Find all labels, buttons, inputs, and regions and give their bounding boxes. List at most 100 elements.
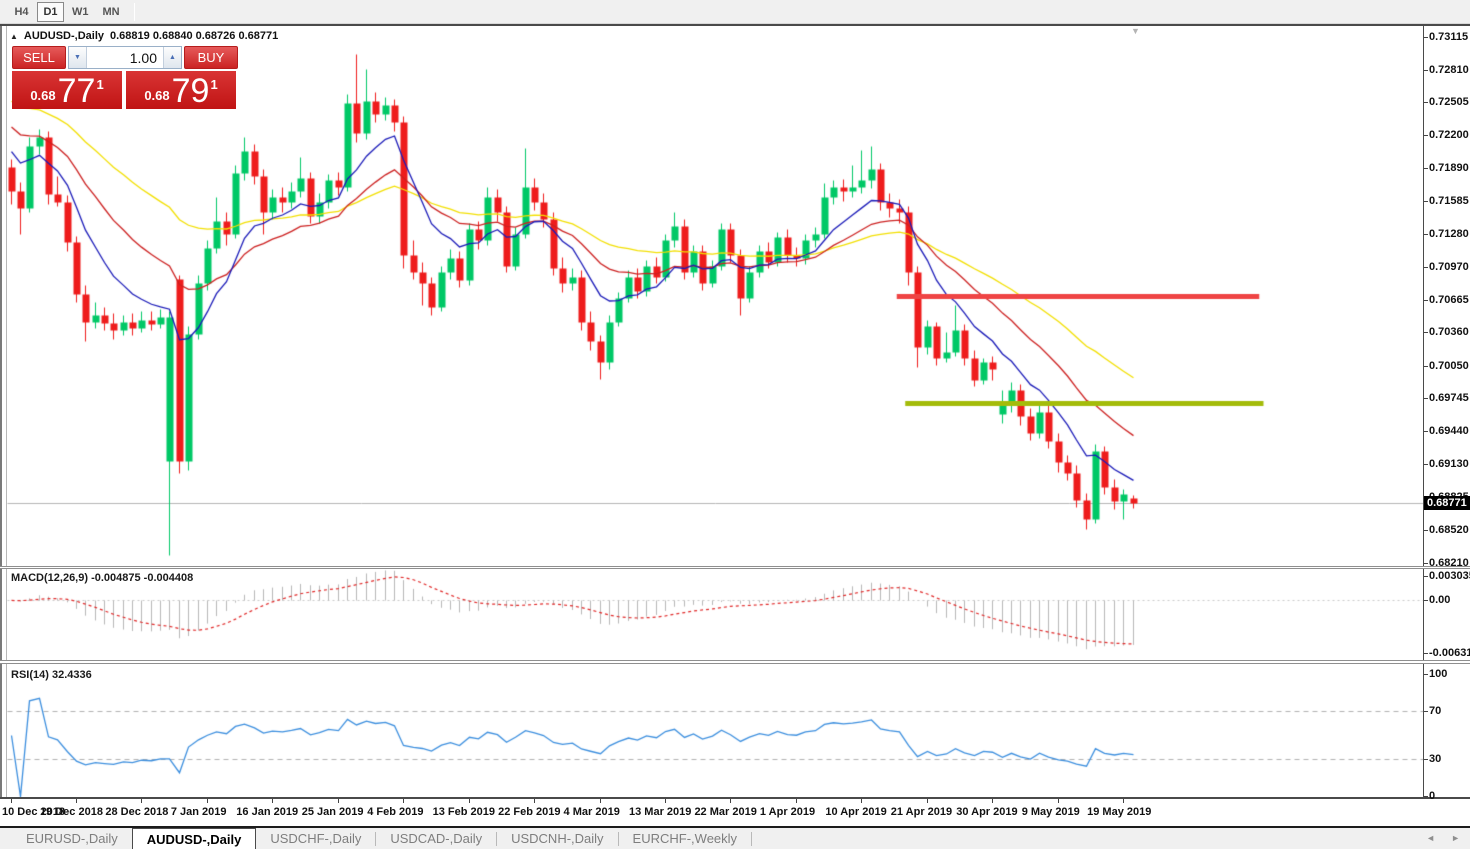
timeframe-button-mn[interactable]: MN (97, 2, 126, 22)
chart-tab-bar: EURUSD-,DailyAUDUSD-,DailyUSDCHF-,DailyU… (0, 828, 1470, 849)
timeframe-button-h4[interactable]: H4 (8, 2, 35, 22)
indicator-axis-label: 30 (1429, 753, 1441, 765)
chart-tab-usdcnh[interactable]: USDCNH-,Daily (497, 828, 617, 849)
sell-price-panel[interactable]: 0.68 77 1 (12, 71, 122, 109)
indicator-axis-tick (1424, 576, 1428, 577)
date-axis-tick (403, 799, 404, 803)
price-axis-tick (1424, 102, 1428, 103)
indicator-axis-tick (1424, 600, 1428, 601)
date-axis-tick (600, 799, 601, 803)
price-axis-tick (1424, 300, 1428, 301)
price-axis-tick (1424, 234, 1428, 235)
price-axis-tick (1424, 37, 1428, 38)
sell-price-big: 77 (58, 76, 96, 106)
indicator-axis-tick (1424, 796, 1428, 797)
chart-tab-usdchf[interactable]: USDCHF-,Daily (256, 828, 375, 849)
price-axis-label: 0.70050 (1429, 360, 1469, 372)
buy-price-big: 79 (172, 76, 210, 106)
chart-tab-eurchf[interactable]: EURCHF-,Weekly (619, 828, 752, 849)
sell-button[interactable]: SELL (12, 46, 66, 69)
date-axis-label: 30 Apr 2019 (956, 806, 1017, 818)
date-axis-label: 28 Dec 2018 (105, 806, 168, 818)
indicator-axis-tick (1424, 653, 1428, 654)
price-axis-label: 0.71890 (1429, 162, 1469, 174)
current-bid-tag: 0.68771 (1424, 496, 1470, 510)
date-axis-tick (338, 799, 339, 803)
one-click-trading-widget: SELL ▼ 1.00 ▲ BUY 0.68 77 1 0.68 79 1 (12, 46, 238, 109)
date-axis-label: 10 Apr 2019 (825, 806, 886, 818)
chart-symbol-label: AUDUSD-,Daily (24, 30, 104, 42)
price-axis-label: 0.71280 (1429, 228, 1469, 240)
chart-tab-audusd[interactable]: AUDUSD-,Daily (132, 828, 257, 849)
date-axis-label: 22 Mar 2019 (694, 806, 756, 818)
price-axis-label: 0.69440 (1429, 425, 1469, 437)
date-axis-tick (796, 799, 797, 803)
chart-ohlc-values: 0.68819 0.68840 0.68726 0.68771 (110, 30, 278, 42)
collapse-triangle-icon[interactable]: ▲ (10, 32, 18, 41)
date-axis-label: 1 Apr 2019 (760, 806, 815, 818)
price-axis-label: 0.73115 (1429, 31, 1468, 43)
price-axis-label: 0.70360 (1429, 326, 1469, 338)
panel-divider[interactable] (0, 660, 1470, 664)
date-axis-label: 13 Feb 2019 (433, 806, 495, 818)
chart-title: ▲ AUDUSD-,Daily 0.68819 0.68840 0.68726 … (10, 30, 278, 42)
price-axis-tick (1424, 267, 1428, 268)
date-axis-label: 25 Jan 2019 (302, 806, 364, 818)
volume-increase-button[interactable]: ▲ (163, 47, 181, 68)
scroll-anchor-icon[interactable]: ▼ (1131, 26, 1140, 36)
date-axis-label: 19 Dec 2018 (40, 806, 103, 818)
price-axis-label: 0.72505 (1429, 96, 1469, 108)
price-axis-tick (1424, 366, 1428, 367)
buy-price-panel[interactable]: 0.68 79 1 (126, 71, 236, 109)
panel-divider[interactable] (0, 566, 1470, 569)
price-axis-tick (1424, 530, 1428, 531)
date-axis-label: 4 Feb 2019 (367, 806, 423, 818)
trading-platform-window: H4D1W1MN ▲ AUDUSD-,Daily 0.68819 0.68840… (0, 0, 1470, 849)
price-axis-label: 0.72200 (1429, 129, 1469, 141)
volume-decrease-button[interactable]: ▼ (69, 47, 87, 68)
timeframe-button-group: H4D1W1MN (6, 2, 126, 22)
chart-tab-eurusd[interactable]: EURUSD-,Daily (12, 828, 132, 849)
macd-indicator-canvas[interactable] (7, 569, 1423, 660)
chart-left-border (0, 26, 7, 797)
sell-price-sup: 1 (96, 77, 103, 92)
price-axis-tick (1424, 398, 1428, 399)
tab-scroll-controls: ◄ ► (1426, 833, 1460, 843)
timeframe-button-d1[interactable]: D1 (37, 2, 64, 22)
price-axis-tick (1424, 135, 1428, 136)
volume-value[interactable]: 1.00 (87, 47, 163, 68)
rsi-indicator-canvas[interactable] (7, 666, 1423, 797)
price-axis-tick (1424, 431, 1428, 432)
price-axis-label: 0.72810 (1429, 64, 1469, 76)
date-axis-tick (665, 799, 666, 803)
indicator-axis-tick (1424, 674, 1428, 675)
date-axis-tick (1123, 799, 1124, 803)
tab-scroll-left-icon[interactable]: ◄ (1426, 833, 1435, 843)
indicator-axis-label: 70 (1429, 705, 1441, 717)
buy-button[interactable]: BUY (184, 46, 238, 69)
date-axis-tick (534, 799, 535, 803)
chart-tab-usdcad[interactable]: USDCAD-,Daily (376, 828, 496, 849)
price-axis-tick (1424, 201, 1428, 202)
price-axis-tick (1424, 70, 1428, 71)
price-axis-label: 0.68520 (1429, 524, 1469, 536)
indicator-axis-label: 0.00 (1429, 594, 1450, 606)
timeframe-button-w1[interactable]: W1 (66, 2, 95, 22)
price-axis-label: 0.68210 (1429, 557, 1469, 569)
price-axis-label: 0.71585 (1429, 195, 1469, 207)
date-axis-tick (1058, 799, 1059, 803)
date-axis-tick (141, 799, 142, 803)
date-axis-label: 21 Apr 2019 (891, 806, 952, 818)
date-axis-tick (11, 799, 12, 803)
toolbar-separator (134, 3, 135, 21)
date-axis: 10 Dec 201819 Dec 201828 Dec 20187 Jan 2… (0, 799, 1470, 826)
price-axis-label: 0.69130 (1429, 458, 1469, 470)
date-axis-tick (992, 799, 993, 803)
price-axis-label: 0.69745 (1429, 392, 1469, 404)
date-axis-label: 13 Mar 2019 (629, 806, 691, 818)
tab-scroll-right-icon[interactable]: ► (1451, 833, 1460, 843)
indicator-axis-label: 0.003035 (1429, 570, 1470, 582)
date-axis-tick (272, 799, 273, 803)
date-axis-tick (730, 799, 731, 803)
price-axis-tick (1424, 563, 1428, 564)
